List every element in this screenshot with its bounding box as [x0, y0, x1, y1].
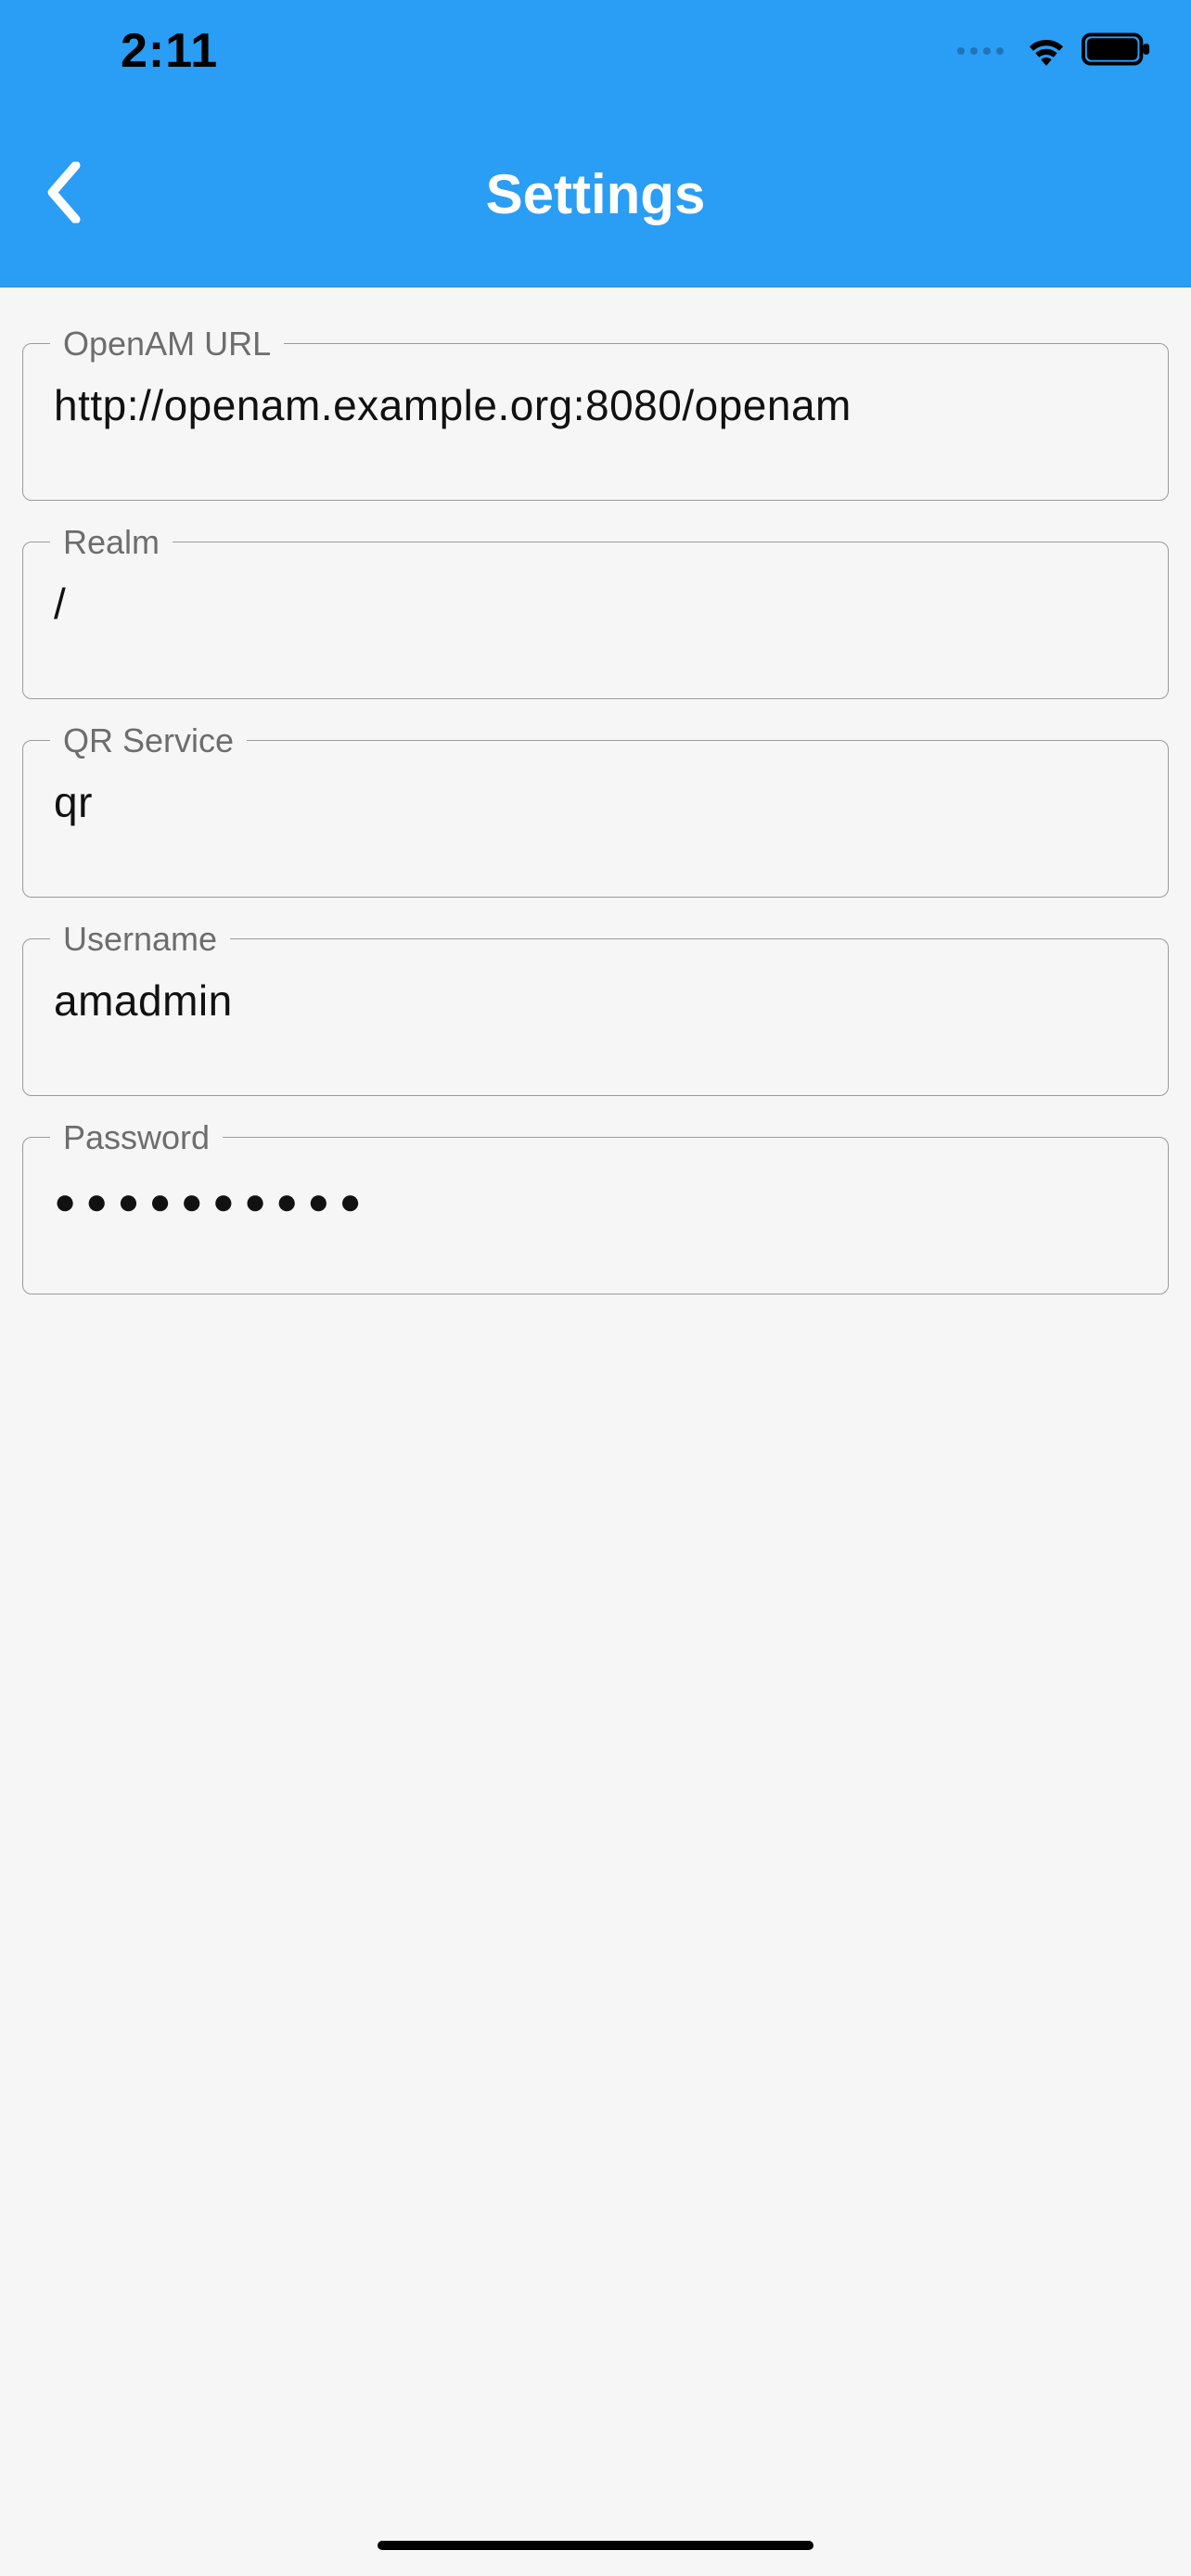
home-indicator[interactable] — [378, 2541, 813, 2550]
field-password: Password — [22, 1137, 1169, 1294]
status-indicators — [957, 31, 1154, 72]
status-bar: 2:11 — [0, 0, 1191, 102]
input-realm[interactable] — [54, 579, 1137, 629]
status-time: 2:11 — [121, 23, 218, 79]
input-password[interactable] — [54, 1181, 1137, 1223]
cellular-dots-icon — [957, 47, 1004, 55]
label-username: Username — [50, 920, 230, 959]
back-button[interactable] — [28, 143, 102, 246]
nav-bar: Settings — [0, 102, 1191, 287]
field-qr-service: QR Service — [22, 740, 1169, 898]
field-username: Username — [22, 938, 1169, 1096]
field-openam-url: OpenAM URL — [22, 343, 1169, 501]
label-realm: Realm — [50, 523, 173, 562]
label-password: Password — [50, 1118, 223, 1157]
settings-form: OpenAM URL Realm QR Service Username Pas… — [0, 287, 1191, 1363]
input-openam-url[interactable] — [54, 380, 1137, 430]
input-username[interactable] — [54, 976, 1137, 1026]
field-realm: Realm — [22, 542, 1169, 699]
chevron-left-icon — [46, 161, 83, 223]
battery-icon — [1082, 31, 1154, 72]
label-openam-url: OpenAM URL — [50, 325, 284, 363]
input-qr-service[interactable] — [54, 777, 1137, 827]
wifi-icon — [1024, 31, 1069, 72]
label-qr-service: QR Service — [50, 721, 247, 760]
page-title: Settings — [486, 162, 706, 226]
